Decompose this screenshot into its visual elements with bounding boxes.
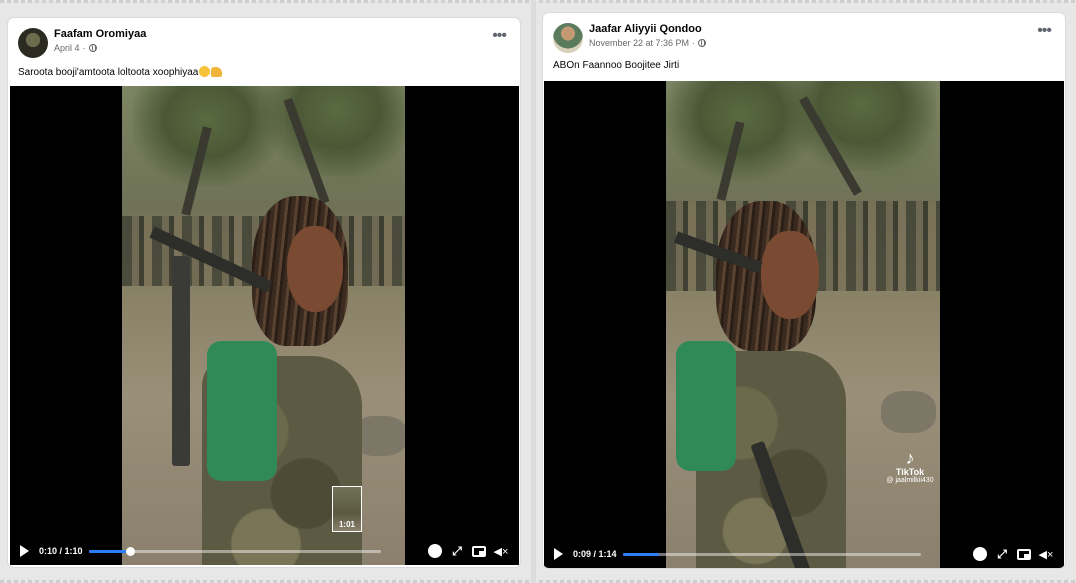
author-name[interactable]: Jaafar Aliyyii Qondoo	[589, 23, 702, 35]
post-right: Jaafar Aliyyii Qondoo November 22 at 7:3…	[543, 13, 1065, 568]
picture-in-picture-icon[interactable]	[471, 543, 487, 559]
video-player[interactable]: ♪ TikTok @ jaalmilkii430 0:09 / 1:14 ⤢ ◀…	[544, 81, 1064, 568]
tiktok-label: TikTok	[895, 467, 925, 477]
rifle-strap	[172, 256, 190, 466]
globe-icon	[698, 39, 707, 47]
rock	[881, 391, 936, 433]
progress-fill	[622, 552, 659, 556]
meta-separator: ·	[692, 38, 696, 48]
tiktok-watermark: ♪ TikTok @ jaalmilkii430	[878, 449, 942, 484]
post-date[interactable]: April 4	[54, 43, 80, 53]
more-options-icon[interactable]: •••	[1037, 23, 1052, 39]
tree	[786, 81, 936, 171]
video-controls: 0:10 / 1:10 ⤢ ◀×	[10, 537, 519, 565]
caption-text: Saroota booji'amtoota loltoota xoophiyaa	[18, 67, 199, 78]
video-time: 0:10 / 1:10	[39, 546, 83, 556]
post-date[interactable]: November 22 at 7:36 PM	[589, 38, 689, 48]
more-options-icon[interactable]: •••	[492, 28, 507, 44]
progress-bar[interactable]	[622, 552, 921, 556]
picture-in-picture-icon[interactable]	[1016, 546, 1032, 562]
preview-time: 1:01	[338, 520, 355, 529]
video-frame	[122, 86, 405, 565]
post-meta: April 4 ·	[54, 43, 97, 53]
face	[761, 231, 819, 319]
soldier	[673, 201, 846, 568]
post-meta: November 22 at 7:36 PM ·	[589, 38, 707, 48]
meta-separator: ·	[82, 43, 86, 53]
avatar[interactable]	[18, 28, 48, 58]
play-icon[interactable]	[20, 545, 29, 557]
seek-preview-thumbnail: 1:01	[332, 486, 362, 532]
backpack	[676, 341, 736, 471]
center-divider	[531, 0, 536, 583]
post-caption: Saroota booji'amtoota loltoota xoophiyaa	[18, 66, 223, 78]
volume-muted-icon[interactable]: ◀×	[1038, 546, 1054, 562]
progress-bar[interactable]	[88, 546, 381, 556]
video-controls: 0:09 / 1:14 ⤢ ◀×	[544, 540, 1064, 568]
post-header: Jaafar Aliyyii Qondoo November 22 at 7:3…	[543, 13, 1065, 61]
globe-icon	[88, 44, 97, 52]
post-header: Faafam Oromiyaa April 4 · •••	[8, 18, 520, 66]
volume-muted-icon[interactable]: ◀×	[493, 543, 509, 559]
face	[287, 226, 343, 312]
author-name[interactable]: Faafam Oromiyaa	[54, 28, 146, 40]
tree	[262, 86, 405, 176]
top-border	[0, 0, 1076, 3]
progress-fill	[88, 549, 131, 553]
video-frame	[666, 81, 940, 568]
post-caption: ABOn Faannoo Boojitee Jirti	[553, 60, 679, 71]
video-time: 0:09 / 1:14	[573, 549, 617, 559]
gear-icon[interactable]	[427, 543, 443, 559]
grinning-emoji-icon	[199, 66, 211, 77]
video-player[interactable]: 1:01 0:10 / 1:10 ⤢ ◀×	[10, 86, 519, 565]
post-left: Faafam Oromiyaa April 4 · ••• Saroota bo…	[8, 18, 520, 567]
soldier	[149, 196, 362, 565]
expand-icon[interactable]: ⤢	[449, 543, 465, 559]
progress-knob[interactable]	[126, 546, 136, 556]
backpack	[207, 341, 277, 481]
avatar[interactable]	[553, 23, 583, 53]
gear-icon[interactable]	[972, 546, 988, 562]
thumbs-up-emoji-icon	[211, 67, 223, 77]
play-icon[interactable]	[554, 548, 563, 560]
tiktok-handle: @ jaalmilkii430	[886, 477, 934, 484]
expand-icon[interactable]: ⤢	[994, 546, 1010, 562]
tiktok-logo-icon: ♪	[905, 448, 915, 468]
caption-text: ABOn Faannoo Boojitee Jirti	[553, 60, 680, 71]
